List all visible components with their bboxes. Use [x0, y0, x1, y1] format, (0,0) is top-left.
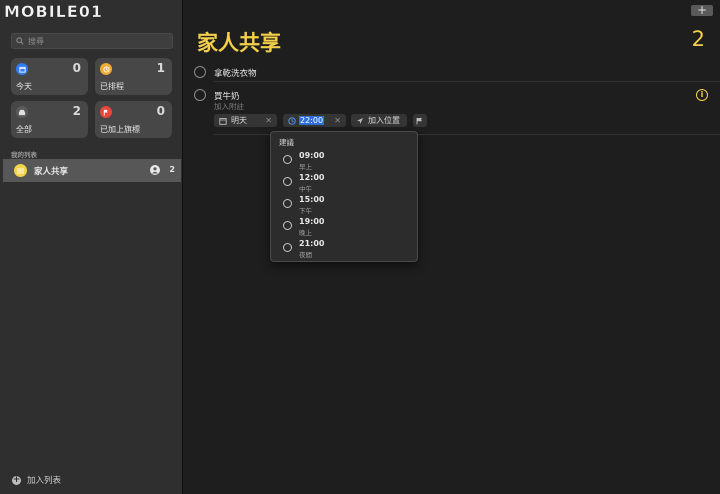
reminder-count: 2 [691, 27, 705, 51]
divider [214, 81, 720, 82]
smart-list-scheduled[interactable]: 1 已排程 [95, 58, 172, 95]
flagged-label: 已加上旗標 [100, 125, 140, 134]
suggestion-label: 晚上 [299, 229, 312, 237]
list-icon [14, 164, 27, 177]
flagged-count: 0 [156, 104, 165, 118]
add-list-button[interactable]: + 加入列表 [12, 474, 61, 486]
suggestion-item[interactable]: 15:00 下午 [283, 195, 413, 215]
clock-icon [283, 199, 292, 208]
logo: MOBILE01 [4, 2, 104, 21]
suggestion-label: 早上 [299, 163, 312, 171]
suggestion-time: 09:00 [299, 151, 325, 160]
calendar-icon [16, 63, 28, 75]
flag-icon [416, 117, 422, 124]
tray-icon [16, 106, 28, 118]
task-checkbox[interactable] [194, 89, 206, 101]
suggestion-item[interactable]: 09:00 早上 [283, 151, 413, 171]
clear-time-icon[interactable]: ✕ [334, 116, 341, 125]
search-placeholder: 搜尋 [28, 36, 44, 46]
suggestion-time: 15:00 [299, 195, 325, 204]
list-count: 2 [169, 165, 175, 174]
search-icon [16, 37, 24, 45]
add-reminder-button[interactable]: + [691, 4, 713, 16]
time-chip[interactable]: 22:00 ✕ [283, 114, 346, 127]
suggestion-time: 21:00 [299, 239, 325, 248]
clock-icon [283, 177, 292, 186]
all-label: 全部 [16, 125, 32, 134]
my-lists-heading: 我的列表 [11, 151, 37, 159]
calendar-icon [219, 117, 227, 125]
today-count: 0 [72, 61, 81, 75]
suggestion-time: 19:00 [299, 217, 325, 226]
suggestion-label: 下午 [299, 207, 312, 215]
page-title: 家人共享 [197, 31, 281, 55]
time-suggestions-popup: 建議 09:00 早上 12:00 中午 15:00 下午 19:00 晚上 2… [270, 131, 418, 262]
info-icon[interactable]: i [696, 89, 708, 101]
task-checkbox[interactable] [194, 66, 206, 78]
date-chip[interactable]: 明天 ✕ [214, 114, 277, 127]
suggestion-time: 12:00 [299, 173, 325, 182]
clock-icon [283, 243, 292, 252]
today-label: 今天 [16, 82, 32, 91]
shared-person-icon [150, 165, 160, 175]
scheduled-label: 已排程 [100, 82, 124, 91]
list-item-family-shared[interactable]: 家人共享 2 [3, 159, 181, 182]
clock-icon [283, 155, 292, 164]
suggestion-label: 夜間 [299, 251, 312, 259]
location-chip[interactable]: 加入位置 [351, 114, 407, 127]
location-label: 加入位置 [368, 116, 400, 125]
clock-icon [288, 116, 296, 125]
clear-date-icon[interactable]: ✕ [265, 116, 272, 125]
time-input[interactable]: 22:00 [299, 116, 325, 125]
clock-icon [100, 63, 112, 75]
task-title[interactable]: 拿乾洗衣物 [214, 67, 257, 79]
sidebar: MOBILE01 搜尋 0 今天 1 已排程 2 全部 0 已加上旗標 我的列表… [0, 0, 183, 494]
suggestion-item[interactable]: 19:00 晚上 [283, 217, 413, 237]
smart-list-flagged[interactable]: 0 已加上旗標 [95, 101, 172, 138]
smart-list-today[interactable]: 0 今天 [11, 58, 88, 95]
note-field[interactable]: 加入附註 [214, 101, 244, 112]
add-list-label: 加入列表 [27, 476, 62, 486]
popup-header: 建議 [279, 138, 294, 147]
list-name: 家人共享 [34, 166, 69, 177]
suggestion-label: 中午 [299, 185, 312, 193]
clock-icon [283, 221, 292, 230]
search-field[interactable]: 搜尋 [11, 33, 173, 49]
smart-list-all[interactable]: 2 全部 [11, 101, 88, 138]
location-arrow-icon [357, 117, 363, 124]
date-value: 明天 [231, 116, 247, 125]
plus-circle-icon: + [12, 474, 21, 485]
suggestion-item[interactable]: 12:00 中午 [283, 173, 413, 193]
flag-button[interactable] [413, 114, 427, 127]
suggestion-item[interactable]: 21:00 夜間 [283, 239, 413, 259]
flag-icon [100, 106, 112, 118]
all-count: 2 [72, 104, 81, 118]
scheduled-count: 1 [156, 61, 165, 75]
